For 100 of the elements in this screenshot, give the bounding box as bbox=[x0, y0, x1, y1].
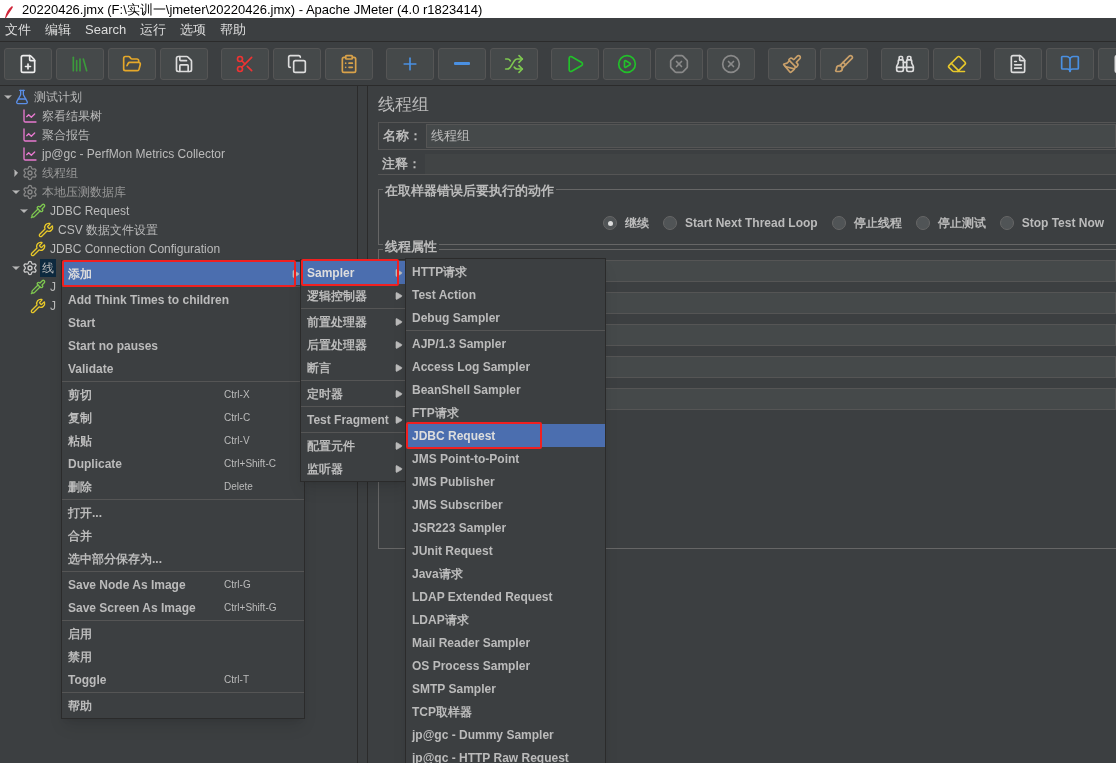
menu-item[interactable]: 禁用 bbox=[62, 645, 304, 668]
tree-item[interactable]: J bbox=[48, 277, 58, 296]
menu-item[interactable]: JMS Point-to-Point bbox=[406, 447, 605, 470]
radio-button[interactable] bbox=[999, 216, 1014, 230]
menu-item[interactable]: Start no pauses bbox=[62, 334, 304, 357]
toolbar-button[interactable] bbox=[273, 47, 321, 80]
menu-item[interactable]: HTTP请求 bbox=[406, 260, 605, 283]
toolbar-button[interactable] bbox=[551, 47, 599, 80]
radio-option[interactable]: Stop Test Now bbox=[999, 214, 1105, 232]
radio-button[interactable] bbox=[663, 216, 677, 230]
menu-item[interactable]: 粘贴 Ctrl-V bbox=[62, 429, 304, 452]
eraser-icon bbox=[947, 53, 967, 74]
menu-bar-item[interactable]: 编辑 bbox=[45, 19, 71, 40]
clipboard-icon bbox=[339, 53, 359, 74]
menu-item[interactable]: JMS Publisher bbox=[406, 470, 605, 493]
menu-item[interactable]: 打开... bbox=[62, 501, 304, 524]
shortcut-label: Ctrl+Shift-G bbox=[224, 601, 278, 615]
menu-item[interactable]: JSR223 Sampler bbox=[406, 516, 605, 539]
toolbar-button[interactable] bbox=[881, 47, 929, 80]
toolbar-button[interactable] bbox=[108, 47, 156, 80]
group-title: 线程属性 bbox=[383, 239, 439, 255]
toolbar-button[interactable] bbox=[768, 47, 816, 80]
menu-item[interactable]: BeanShell Sampler bbox=[406, 378, 605, 401]
comment-field[interactable] bbox=[425, 153, 1116, 174]
toolbar-button[interactable] bbox=[160, 47, 208, 80]
menu-item[interactable]: AJP/1.3 Sampler bbox=[406, 332, 605, 355]
menu-bar-item[interactable]: 选项 bbox=[180, 19, 207, 40]
menu-item[interactable]: OS Process Sampler bbox=[406, 654, 605, 677]
radio-option[interactable]: 停止线程 bbox=[831, 214, 902, 232]
menu-item[interactable]: 配置元件 bbox=[301, 434, 407, 457]
menu-bar-item[interactable]: 帮助 bbox=[220, 19, 247, 40]
tree-item[interactable]: 聚合报告 bbox=[40, 125, 92, 144]
menu-item[interactable]: SMTP Sampler bbox=[406, 677, 605, 700]
menu-item[interactable]: Start bbox=[62, 311, 304, 334]
menu-item[interactable]: JDBC Request bbox=[406, 424, 605, 447]
menu-item[interactable]: Test Action bbox=[406, 283, 605, 306]
menu-item[interactable]: Sampler bbox=[301, 261, 407, 284]
menu-item[interactable]: 删除 Delete bbox=[62, 475, 304, 498]
toolbar-button[interactable] bbox=[994, 47, 1042, 80]
play-circle-icon bbox=[617, 53, 637, 74]
toolbar-button[interactable] bbox=[4, 47, 52, 80]
document-list-icon bbox=[1008, 53, 1028, 74]
radio-button[interactable] bbox=[603, 216, 617, 230]
toolbar-button[interactable] bbox=[603, 47, 651, 80]
menu-item[interactable]: Test Fragment bbox=[301, 408, 407, 431]
menu-item[interactable]: FTP请求 bbox=[406, 401, 605, 424]
tree-item[interactable]: 测试计划 bbox=[32, 87, 84, 106]
menu-item[interactable]: Add Think Times to children bbox=[62, 288, 304, 311]
menu-item[interactable]: Save Screen As Image Ctrl+Shift-G bbox=[62, 596, 304, 619]
stop-icon bbox=[669, 53, 689, 74]
tree-item[interactable]: J bbox=[48, 296, 58, 315]
radio-option[interactable]: Start Next Thread Loop bbox=[663, 214, 818, 232]
shortcut-label: Ctrl-T bbox=[224, 673, 250, 687]
menu-item[interactable]: 逻辑控制器 bbox=[301, 284, 407, 307]
menu-item[interactable]: 后置处理器 bbox=[301, 333, 407, 356]
menu-item[interactable]: 前置处理器 bbox=[301, 310, 407, 333]
menu-item[interactable]: 断言 bbox=[301, 356, 407, 379]
shortcut-label: Delete bbox=[224, 480, 254, 494]
menu-item[interactable]: 帮助 bbox=[62, 694, 304, 717]
menu-item[interactable]: Validate bbox=[62, 357, 304, 380]
menu-item[interactable]: 剪切 Ctrl-X bbox=[62, 383, 304, 406]
menu-item[interactable]: LDAP Extended Request bbox=[406, 585, 605, 608]
menu-item[interactable]: 复制 Ctrl-C bbox=[62, 406, 304, 429]
shuffle-icon bbox=[504, 53, 524, 74]
toolbar-button[interactable] bbox=[933, 47, 981, 80]
menu-item[interactable]: JMS Subscriber bbox=[406, 493, 605, 516]
toolbar-button[interactable] bbox=[325, 47, 373, 80]
menu-item[interactable]: Debug Sampler bbox=[406, 306, 605, 329]
menu-bar-item[interactable]: Search bbox=[85, 19, 127, 40]
menu-item[interactable]: Duplicate Ctrl+Shift-C bbox=[62, 452, 304, 475]
menu-item[interactable]: LDAP请求 bbox=[406, 608, 605, 631]
menu-item[interactable]: Toggle Ctrl-T bbox=[62, 668, 304, 691]
menu-bar-item[interactable]: 运行 bbox=[140, 19, 167, 40]
menu-item[interactable]: 选中部分保存为... bbox=[62, 547, 304, 570]
copy-icon bbox=[287, 53, 307, 74]
radio-option[interactable]: 停止测试 bbox=[915, 214, 986, 232]
toolbar-button[interactable] bbox=[820, 47, 868, 80]
menu-item[interactable]: 启用 bbox=[62, 622, 304, 645]
tree-item[interactable]: jp@gc - PerfMon Metrics Collector bbox=[40, 144, 227, 163]
menu-item[interactable]: Access Log Sampler bbox=[406, 355, 605, 378]
radio-option[interactable]: 继续 bbox=[603, 214, 649, 232]
menu-item[interactable]: Java请求 bbox=[406, 562, 605, 585]
menu-item[interactable]: JUnit Request bbox=[406, 539, 605, 562]
menu-item[interactable]: 监听器 bbox=[301, 457, 407, 480]
tree-item[interactable]: 线 bbox=[40, 258, 56, 277]
help-book-icon bbox=[1060, 53, 1080, 74]
menu-item[interactable]: TCP取样器 bbox=[406, 700, 605, 723]
radio-button[interactable] bbox=[831, 216, 846, 230]
menu-item[interactable]: 定时器 bbox=[301, 382, 407, 405]
group-title: 在取样器错误后要执行的动作 bbox=[383, 181, 556, 201]
menu-item[interactable]: jp@gc - Dummy Sampler bbox=[406, 723, 605, 746]
toolbar-button[interactable] bbox=[490, 47, 538, 80]
menu-bar-item[interactable]: 文件 bbox=[5, 19, 31, 40]
radio-button[interactable] bbox=[915, 216, 930, 230]
shortcut-label: Ctrl-X bbox=[224, 388, 251, 402]
menu-item[interactable]: 合并 bbox=[62, 524, 304, 547]
tree-item[interactable]: 察看结果树 bbox=[40, 106, 104, 125]
menu-item[interactable]: Mail Reader Sampler bbox=[406, 631, 605, 654]
name-field[interactable]: 线程组 bbox=[426, 124, 1116, 148]
menu-item[interactable]: Save Node As Image Ctrl-G bbox=[62, 573, 304, 596]
